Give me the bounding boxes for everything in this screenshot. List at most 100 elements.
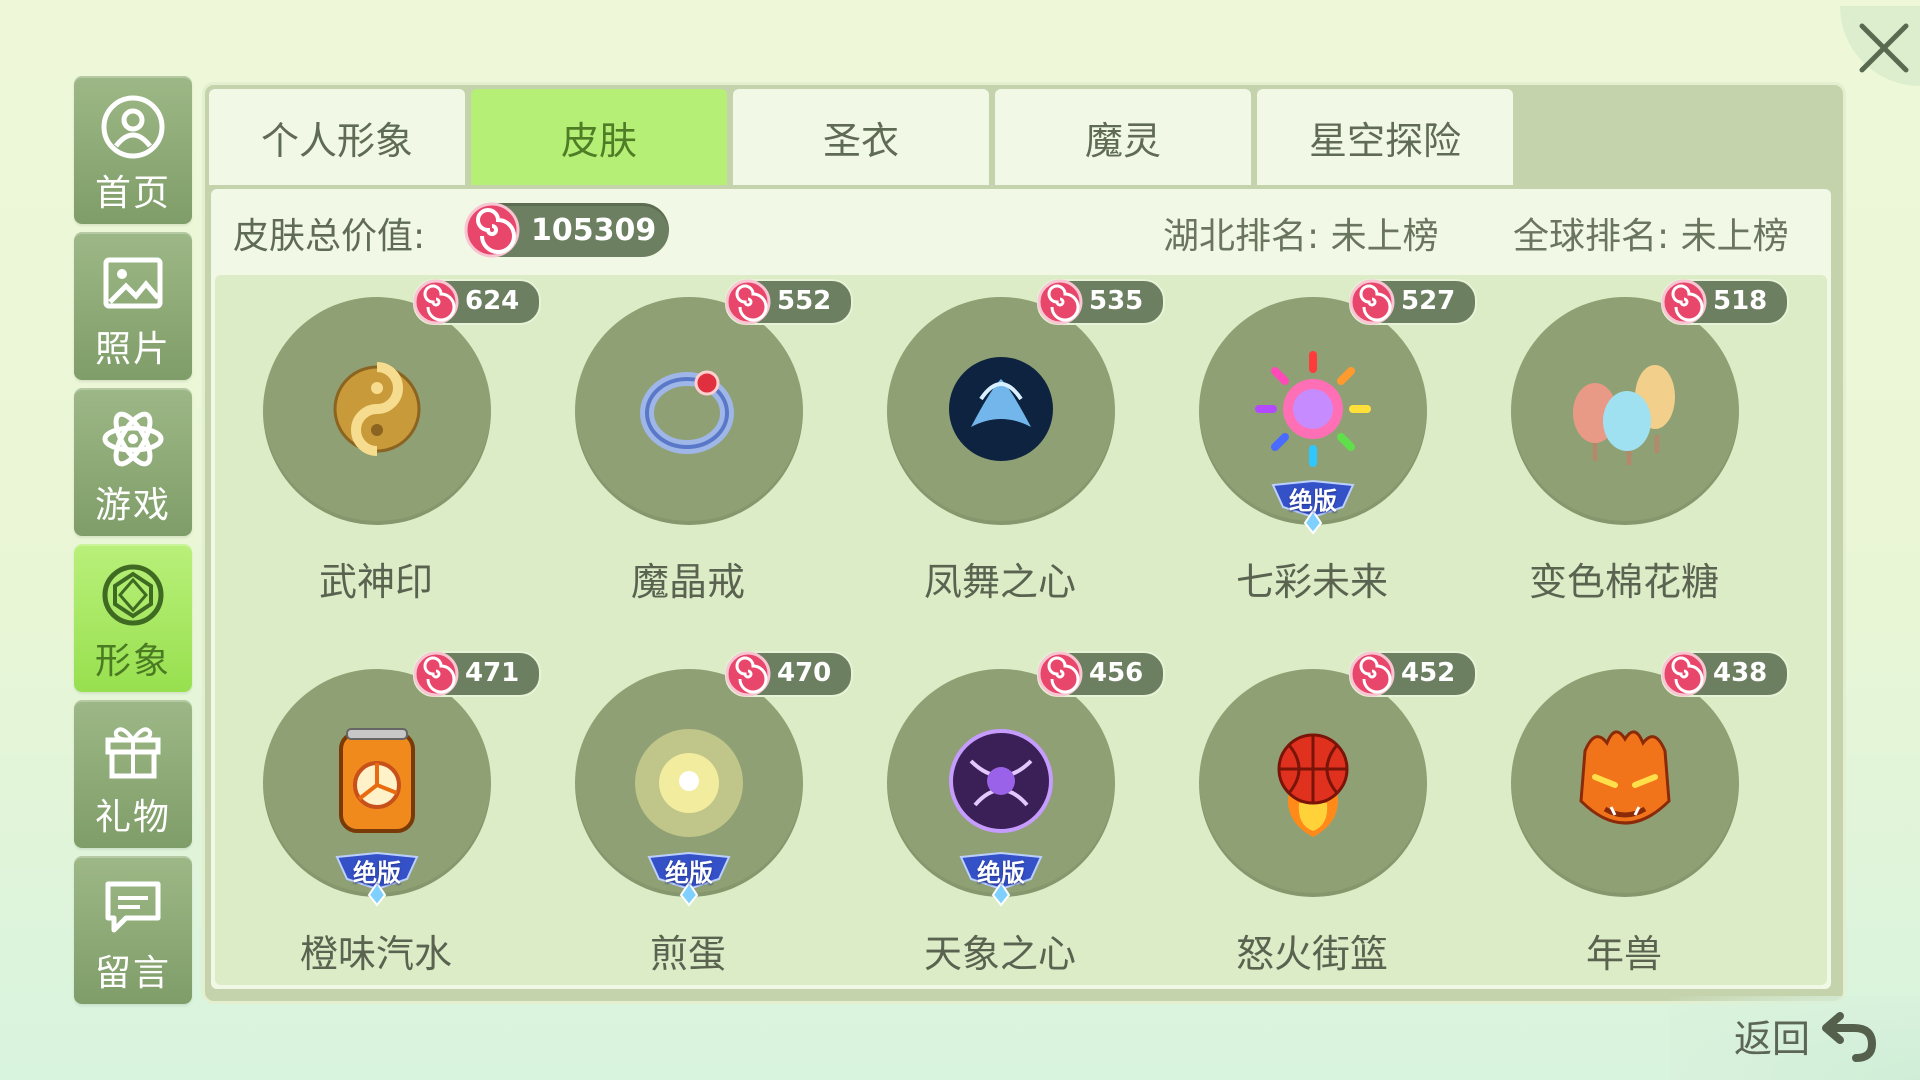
stats-row: 皮肤总价值: 105309 湖北排名: 未上榜 全球排名: 未上榜 <box>211 189 1831 273</box>
price-pill: 552 <box>725 279 853 325</box>
sidebar-item-gifts[interactable]: 礼物 <box>74 700 192 848</box>
back-label: 返回 <box>1734 1017 1811 1061</box>
price-value: 471 <box>465 658 520 688</box>
sidebar-item-label: 游戏 <box>94 485 171 526</box>
close-button[interactable] <box>1836 0 1920 90</box>
skin-name: 煎蛋 <box>649 932 726 976</box>
return-arrow-icon <box>1822 1012 1877 1062</box>
tab-star-adventure[interactable]: 星空探险 <box>1257 89 1513 185</box>
candy-currency-icon <box>1037 651 1083 697</box>
price-value: 527 <box>1401 286 1456 316</box>
price-pill: 518 <box>1661 279 1789 325</box>
message-icon <box>105 881 161 933</box>
price-pill: 438 <box>1661 651 1789 697</box>
skin-name: 七彩未来 <box>1235 560 1388 604</box>
badge-text: 绝版 <box>665 859 713 887</box>
skin-item[interactable]: 绝版 470 煎蛋 <box>533 651 853 1003</box>
back-button[interactable]: 返回 <box>1670 996 1920 1080</box>
price-value: 456 <box>1089 658 1144 688</box>
cotton-candy-icon <box>1573 365 1675 465</box>
badge-text: 绝版 <box>977 859 1025 887</box>
skin-item[interactable]: 518 变色棉花糖 <box>1469 279 1789 631</box>
phoenix-orb-icon <box>949 357 1053 461</box>
price-pill: 470 <box>725 651 853 697</box>
skin-name: 武神印 <box>318 560 433 604</box>
tab-profile[interactable]: 个人形象 <box>209 89 465 185</box>
orange-soda-can-icon <box>339 728 415 833</box>
fire-beast-icon <box>1579 730 1671 825</box>
total-value: 105309 <box>531 213 657 248</box>
gem-icon <box>102 564 164 626</box>
global-rank: 全球排名: 未上榜 <box>1513 216 1789 257</box>
skin-name: 凤舞之心 <box>923 560 1076 604</box>
price-value: 552 <box>777 286 832 316</box>
skin-name: 变色棉花糖 <box>1528 560 1719 604</box>
gift-icon <box>105 727 161 779</box>
skin-item[interactable]: 535 凤舞之心 <box>845 279 1165 631</box>
skin-item[interactable]: 绝版 456 天象之心 <box>845 651 1165 1003</box>
sidebar-item-avatar[interactable]: 形象 <box>74 544 192 692</box>
skin-item[interactable]: 624 武神印 <box>221 279 541 631</box>
skin-item[interactable]: 552 魔晶戒 <box>533 279 853 631</box>
sidebar-item-label: 形象 <box>94 641 171 682</box>
flaming-basketball-icon <box>1277 733 1349 837</box>
skin-name: 年兽 <box>1585 932 1662 976</box>
sidebar-item-photos[interactable]: 照片 <box>74 232 192 380</box>
swirl-gold-icon <box>333 362 421 456</box>
tab-skins[interactable]: 皮肤 <box>471 89 727 185</box>
skin-item[interactable]: 438 年兽 <box>1469 651 1789 1003</box>
price-value: 624 <box>465 286 520 316</box>
price-value: 535 <box>1089 286 1144 316</box>
candy-currency-icon <box>413 651 459 697</box>
local-rank: 湖北排名: 未上榜 <box>1163 216 1439 257</box>
price-value: 452 <box>1401 658 1456 688</box>
skin-name: 魔晶戒 <box>630 560 745 604</box>
candy-currency-icon <box>1037 279 1083 325</box>
candy-currency-icon <box>1661 651 1707 697</box>
skins-content: 皮肤总价值: 105309 湖北排名: 未上榜 全球排名: 未上榜 624 武神… <box>211 189 1831 989</box>
price-pill: 456 <box>1037 651 1165 697</box>
price-value: 518 <box>1713 286 1768 316</box>
candy-currency-icon <box>413 279 459 325</box>
sidebar-item-label: 礼物 <box>94 797 171 838</box>
purple-orb-icon <box>949 729 1053 833</box>
candy-currency-icon <box>725 279 771 325</box>
sidebar-item-label: 首页 <box>94 173 171 214</box>
tab-spirits[interactable]: 魔灵 <box>995 89 1251 185</box>
candy-currency-icon <box>1349 279 1395 325</box>
candy-currency-icon <box>725 651 771 697</box>
sidebar-item-label: 留言 <box>94 953 171 994</box>
skin-name: 怒火街篮 <box>1235 932 1388 976</box>
photo-icon <box>103 257 163 309</box>
price-pill: 471 <box>413 651 541 697</box>
ring-icon <box>640 370 734 454</box>
atom-icon <box>102 411 164 467</box>
skin-item[interactable]: 452 怒火街篮 <box>1157 651 1477 1003</box>
price-pill: 624 <box>413 279 541 325</box>
total-value-label: 皮肤总价值: <box>233 216 426 257</box>
skin-item[interactable]: 绝版 471 橙味汽水 <box>221 651 541 1003</box>
home-user-icon <box>101 95 165 159</box>
out-of-print-badge: 绝版 <box>957 849 1045 907</box>
price-value: 438 <box>1713 658 1768 688</box>
tab-armor[interactable]: 圣衣 <box>733 89 989 185</box>
sidebar-item-messages[interactable]: 留言 <box>74 856 192 1004</box>
main-panel: 个人形象 皮肤 圣衣 魔灵 星空探险 皮肤总价值: 105309 湖北排名: 未… <box>202 82 1846 1004</box>
out-of-print-badge: 绝版 <box>645 849 733 907</box>
badge-text: 绝版 <box>353 859 401 887</box>
skin-item[interactable]: 绝版 527 七彩未来 <box>1157 279 1477 631</box>
out-of-print-badge: 绝版 <box>1269 477 1357 535</box>
sidebar-item-label: 照片 <box>94 329 171 370</box>
candy-currency-icon <box>1661 279 1707 325</box>
price-value: 470 <box>777 658 832 688</box>
fried-egg-icon <box>635 729 743 837</box>
close-icon <box>1840 0 1920 86</box>
skin-name: 橙味汽水 <box>299 932 452 976</box>
out-of-print-badge: 绝版 <box>333 849 421 907</box>
sidebar-item-home[interactable]: 首页 <box>74 76 192 224</box>
candy-currency-icon <box>1349 651 1395 697</box>
price-pill: 535 <box>1037 279 1165 325</box>
badge-text: 绝版 <box>1289 487 1337 515</box>
total-value-pill: 105309 <box>464 202 669 258</box>
sidebar-item-games[interactable]: 游戏 <box>74 388 192 536</box>
